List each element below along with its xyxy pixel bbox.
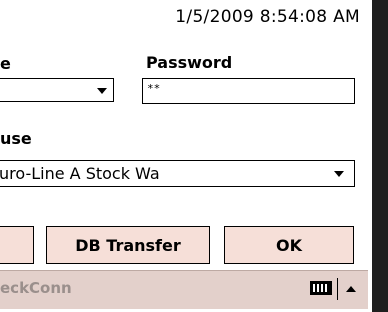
chevron-down-icon <box>334 171 344 177</box>
warehouse-selected-value: uro-Line A Stock Wa <box>0 164 160 183</box>
warehouse-label: use <box>0 129 32 148</box>
password-field[interactable]: ** <box>142 78 355 104</box>
timestamp: 1/5/2009 8:54:08 AM <box>175 7 360 27</box>
right-edge-bar <box>372 0 388 312</box>
username-dropdown[interactable] <box>0 78 114 102</box>
ok-button[interactable]: OK <box>224 226 354 264</box>
left-button-partial[interactable] <box>0 226 34 264</box>
db-transfer-button[interactable]: DB Transfer <box>46 226 210 264</box>
taskbar: eckConn <box>0 270 368 309</box>
username-label: e <box>0 54 11 73</box>
taskbar-divider <box>337 278 338 300</box>
keyboard-icon[interactable] <box>310 281 332 295</box>
chevron-down-icon <box>97 88 107 94</box>
password-label: Password <box>146 53 233 72</box>
up-arrow-icon[interactable] <box>346 286 356 292</box>
warehouse-dropdown[interactable]: uro-Line A Stock Wa <box>0 160 355 187</box>
taskbar-title: eckConn <box>0 279 72 297</box>
